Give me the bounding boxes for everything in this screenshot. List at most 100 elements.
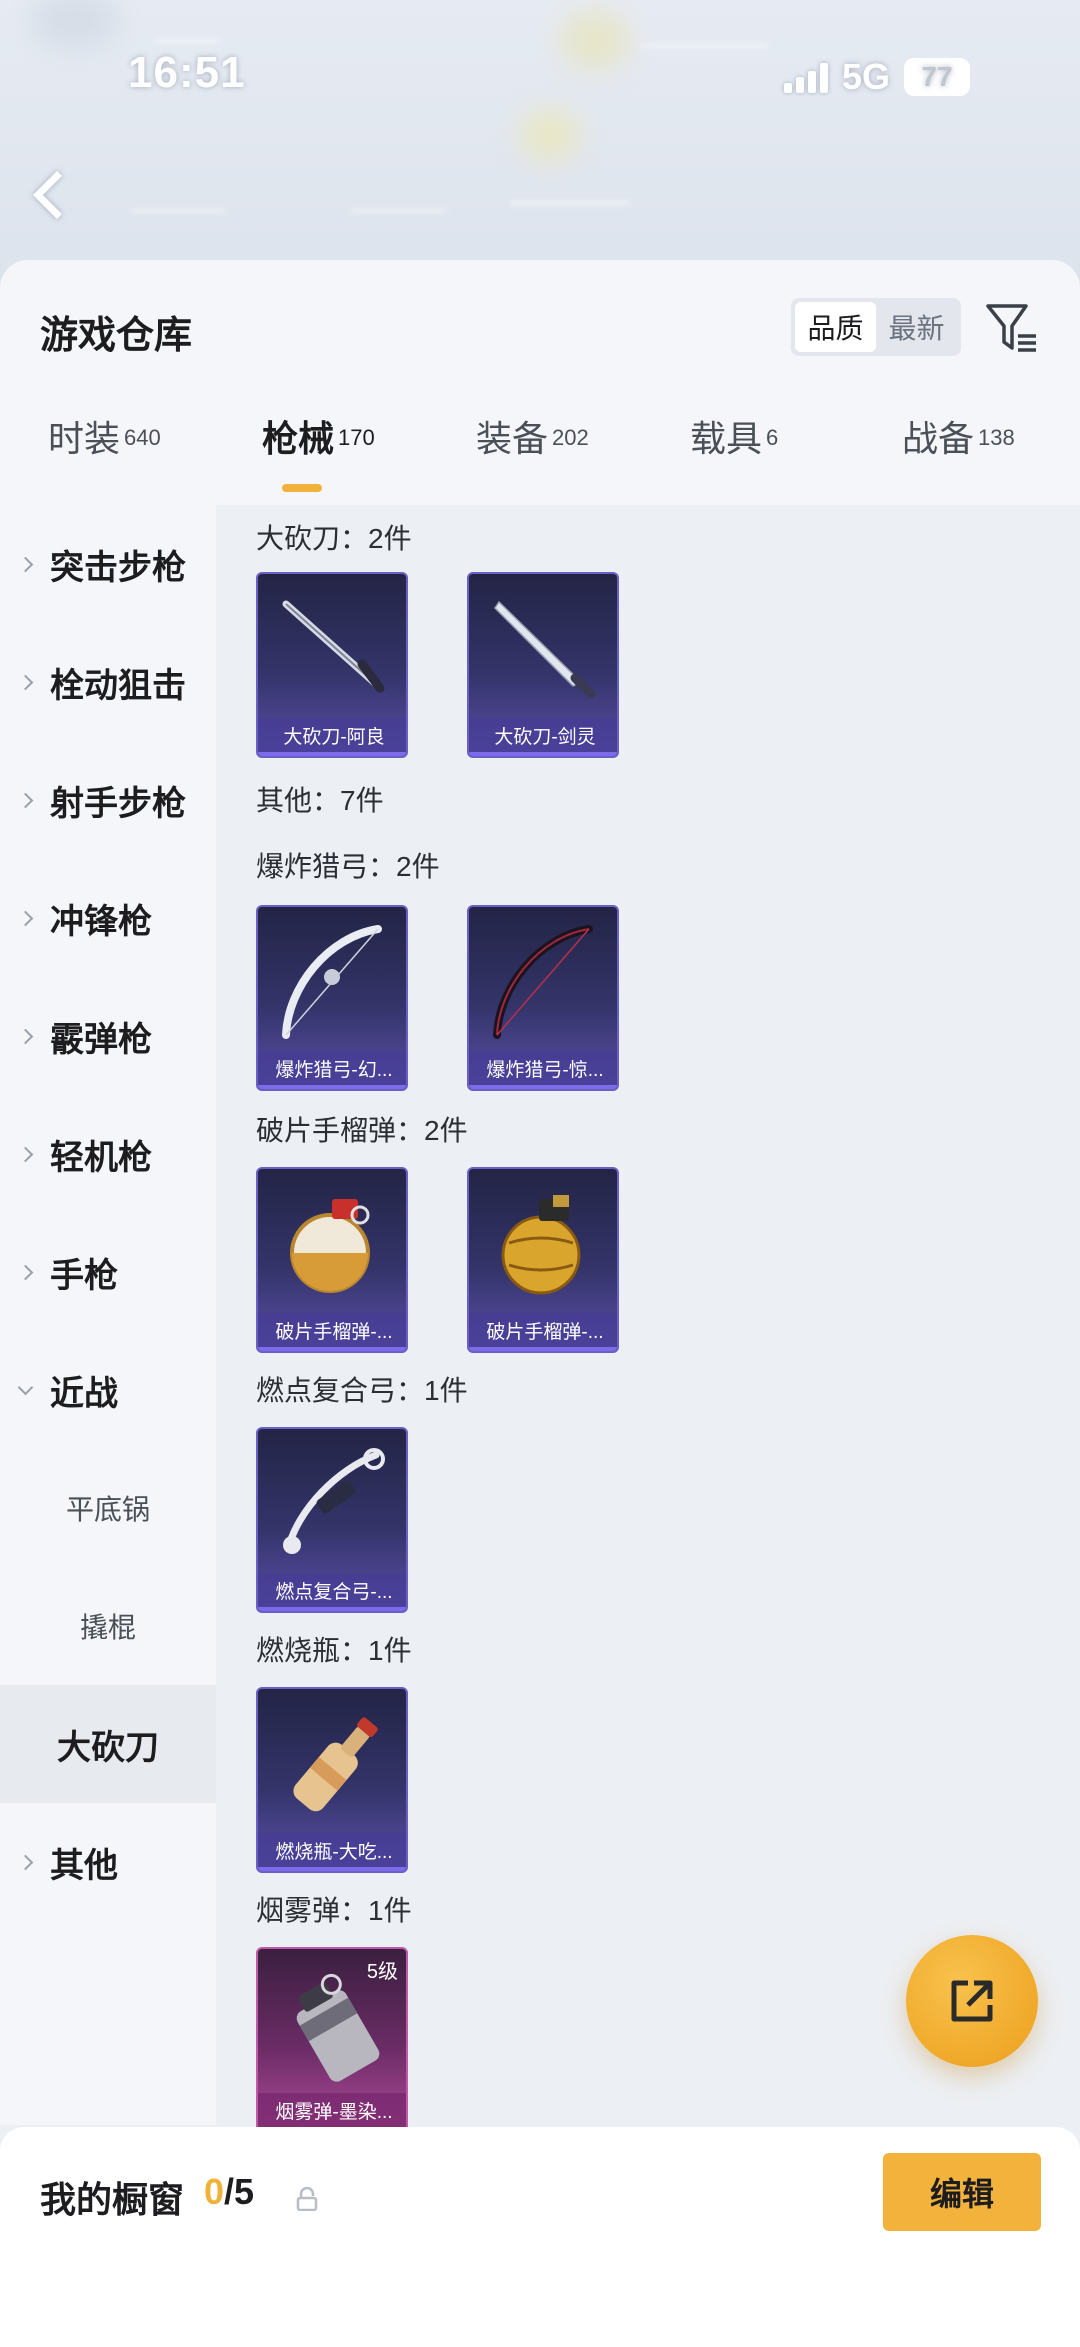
sidebar-item-label: 近战: [50, 1374, 118, 1413]
tab-supplies[interactable]: 战备 138: [902, 410, 1015, 505]
tab-label: 枪械: [262, 418, 335, 459]
grenade-icon: [501, 1195, 581, 1295]
sidebar-item-marksman-rifle[interactable]: 射手步枪: [0, 741, 216, 859]
sidebar-item-other[interactable]: 其他: [0, 1803, 216, 1921]
item-card[interactable]: 爆炸猎弓-幻...: [256, 905, 408, 1091]
group-title: 燃烧瓶：1件: [256, 1635, 412, 1666]
sidebar-item-smg[interactable]: 冲锋枪: [0, 859, 216, 977]
sidebar-item-pistol[interactable]: 手枪: [0, 1213, 216, 1331]
filter-icon[interactable]: [982, 300, 1042, 356]
item-name: 燃烧瓶-大吃...: [258, 1833, 406, 1871]
share-button[interactable]: [906, 1935, 1038, 2067]
sort-option-quality[interactable]: 品质: [795, 302, 876, 352]
tab-label: 装备: [476, 418, 549, 459]
chevron-right-icon: [17, 556, 34, 572]
item-name: 爆炸猎弓-惊...: [469, 1051, 617, 1089]
sidebar-item-label: 轻机枪: [50, 1138, 152, 1177]
showcase-bar: 我的橱窗 0/5 编辑: [0, 2127, 1080, 2347]
chevron-right-icon: [17, 910, 34, 926]
sidebar-item-label: 平底锅: [65, 1494, 150, 1525]
item-card[interactable]: 5级 烟雾弹-墨染...: [256, 1947, 408, 2133]
tab-count: 170: [338, 424, 375, 450]
tab-vehicles[interactable]: 载具 6: [690, 410, 778, 505]
showcase-total: /5: [224, 2171, 255, 2212]
background-header: —— ———— ——— ——— ——— 16:51 5G 77: [0, 0, 1080, 280]
sidebar-item-label: 手枪: [50, 1256, 118, 1295]
back-icon[interactable]: [32, 170, 82, 220]
external-link-icon: [951, 1980, 993, 2022]
sidebar-item-label: 大砍刀: [57, 1728, 159, 1767]
item-name: 烟雾弹-墨染...: [258, 2093, 406, 2131]
status-indicators: 5G 77: [783, 56, 970, 98]
chevron-right-icon: [17, 1854, 34, 1870]
battery-icon: 77: [904, 58, 970, 96]
tab-equipment[interactable]: 装备 202: [476, 410, 589, 505]
item-card[interactable]: 破片手榴弹-...: [467, 1167, 619, 1353]
sidebar-item-label: 冲锋枪: [50, 902, 152, 941]
showcase-label: 我的橱窗: [40, 2179, 185, 2220]
group-title: 烟雾弹：1件: [256, 1895, 412, 1926]
machete-icon: [494, 600, 596, 699]
sidebar-item-label: 突击步枪: [50, 548, 186, 587]
showcase-count: 0/5: [204, 2171, 254, 2213]
item-card[interactable]: 燃点复合弓-...: [256, 1427, 408, 1613]
sort-toggle: 品质 最新: [791, 298, 961, 356]
bow-icon: [493, 925, 593, 1039]
status-time: 16:51: [128, 48, 246, 97]
tab-fashion[interactable]: 时装 640: [48, 410, 161, 505]
sidebar-item-pan[interactable]: 平底锅: [0, 1449, 216, 1567]
chevron-right-icon: [17, 1264, 34, 1280]
tab-label: 战备: [902, 418, 975, 459]
tab-count: 640: [124, 424, 161, 450]
item-card[interactable]: 大砍刀-剑灵: [467, 572, 619, 758]
lock-icon: [296, 2187, 318, 2211]
sidebar-item-bolt-sniper[interactable]: 栓动狙击: [0, 623, 216, 741]
chevron-right-icon: [17, 1028, 34, 1044]
item-name: 破片手榴弹-...: [469, 1313, 617, 1351]
signal-icon: [783, 61, 828, 93]
item-level-badge: 5级: [366, 1961, 398, 1983]
sidebar-item-label: 其他: [50, 1846, 118, 1885]
sidebar-item-melee[interactable]: 近战: [0, 1331, 216, 1449]
item-name: 破片手榴弹-...: [258, 1313, 406, 1351]
sidebar-item-lmg[interactable]: 轻机枪: [0, 1095, 216, 1213]
molotov-icon: [293, 1717, 378, 1812]
sidebar-item-shotgun[interactable]: 霰弹枪: [0, 977, 216, 1095]
item-card[interactable]: 爆炸猎弓-惊...: [467, 905, 619, 1091]
page-title: 游戏仓库: [40, 315, 193, 357]
item-list: 大砍刀：2件 大砍刀-阿良 大砍刀-剑灵 其他：7件 爆炸猎弓：2件 爆炸猎弓-…: [216, 505, 1080, 2133]
grenade-icon: [290, 1199, 370, 1293]
sidebar-item-machete[interactable]: 大砍刀: [0, 1685, 216, 1803]
tab-label: 载具: [690, 418, 763, 459]
item-name: 燃点复合弓-...: [258, 1573, 406, 1611]
compound-bow-icon: [283, 1448, 385, 1554]
group-title: 破片手榴弹：2件: [256, 1115, 468, 1146]
sidebar-item-label: 栓动狙击: [50, 666, 186, 705]
item-card[interactable]: 大砍刀-阿良: [256, 572, 408, 758]
tab-count: 202: [552, 424, 589, 450]
chevron-right-icon: [17, 792, 34, 808]
group-title: 燃点复合弓：1件: [256, 1375, 468, 1406]
sidebar-item-label: 霰弹枪: [50, 1020, 152, 1059]
tab-firearms[interactable]: 枪械 170: [262, 410, 375, 505]
chevron-right-icon: [17, 1146, 34, 1162]
warehouse-sheet: 游戏仓库 品质 最新 时装 640 枪械 170 装备 202 载具 6 战备 …: [0, 260, 1080, 2347]
group-title: 爆炸猎弓：2件: [256, 851, 440, 882]
sheet-header: 游戏仓库 品质 最新 时装 640 枪械 170 装备 202 载具 6 战备 …: [0, 260, 1080, 505]
sidebar-item-label: 射手步枪: [50, 784, 186, 823]
chevron-right-icon: [17, 674, 34, 690]
category-sidebar: 突击步枪 栓动狙击 射手步枪 冲锋枪 霰弹枪 轻机枪 手枪 近战 平底锅 撬棍 …: [0, 505, 216, 2125]
item-name: 爆炸猎弓-幻...: [258, 1051, 406, 1089]
edit-button[interactable]: 编辑: [883, 2153, 1041, 2231]
bow-icon: [282, 925, 382, 1039]
network-label: 5G: [841, 56, 890, 97]
sidebar-item-assault-rifle[interactable]: 突击步枪: [0, 505, 216, 623]
item-card[interactable]: 燃烧瓶-大吃...: [256, 1687, 408, 1873]
sidebar-item-label: 撬棍: [79, 1612, 136, 1643]
tab-count: 6: [766, 424, 779, 450]
machete-icon: [282, 600, 385, 693]
sidebar-item-crowbar[interactable]: 撬棍: [0, 1567, 216, 1685]
sort-option-latest[interactable]: 最新: [876, 302, 957, 352]
tab-count: 138: [978, 424, 1015, 450]
item-card[interactable]: 破片手榴弹-...: [256, 1167, 408, 1353]
